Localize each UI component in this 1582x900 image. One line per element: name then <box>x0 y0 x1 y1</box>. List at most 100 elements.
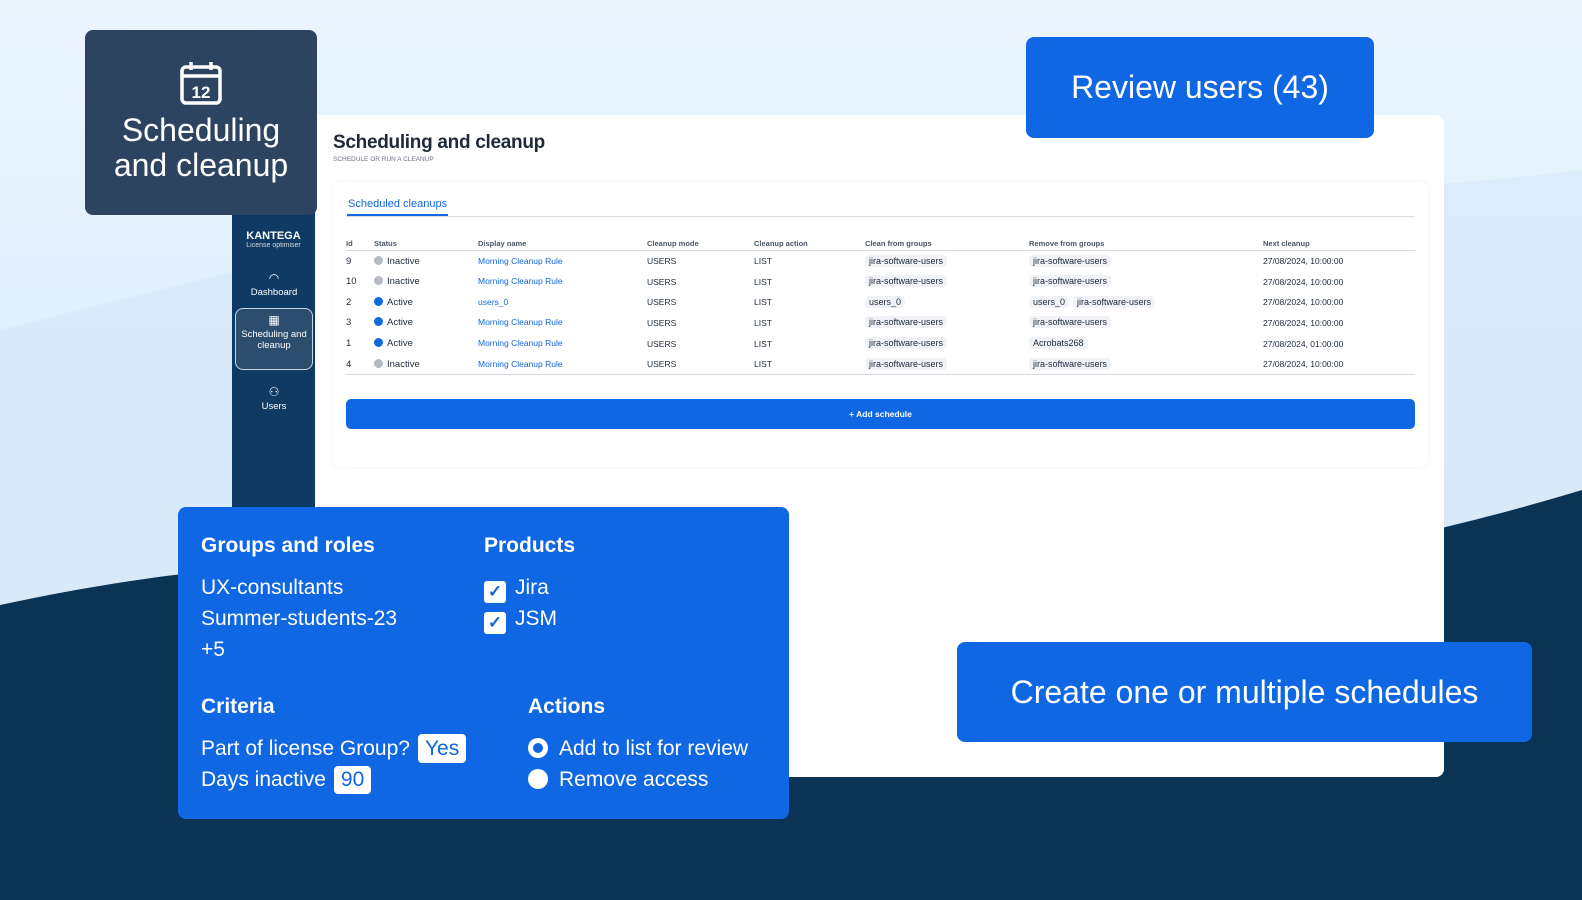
status-dot-icon <box>374 338 383 348</box>
action-label: Remove access <box>559 768 709 791</box>
table-row[interactable]: 2 Active users_0 USERS LIST users_0 user… <box>346 292 1415 313</box>
column-header[interactable]: Remove from groups <box>1029 237 1263 251</box>
radio-selected-icon <box>528 738 548 758</box>
products-title: Products <box>484 534 576 557</box>
display-name-link[interactable]: Morning Cleanup Rule <box>478 359 563 369</box>
cell-action: LIST <box>754 297 772 308</box>
cell-next-cleanup: 27/08/2024, 10:00:00 <box>1263 297 1344 308</box>
cell-remove-groups: users_0 jira-software-users <box>1029 292 1263 313</box>
table-row[interactable]: 9 Inactive Morning Cleanup Rule USERS LI… <box>346 251 1415 272</box>
table-row[interactable]: 4 Inactive Morning Cleanup Rule USERS LI… <box>346 353 1415 376</box>
actions-title: Actions <box>528 695 606 718</box>
cell-mode: USERS <box>647 338 677 349</box>
column-header[interactable]: Status <box>374 237 478 251</box>
add-schedule-button[interactable]: + Add schedule <box>346 399 1415 430</box>
schedule-summary-panel: Groups and roles UX-consultants Summer-s… <box>178 507 789 819</box>
status-dot-icon <box>374 255 383 265</box>
display-name-link[interactable]: Morning Cleanup Rule <box>478 317 563 327</box>
svg-text:12: 12 <box>192 83 211 102</box>
table-row[interactable]: 10 Inactive Morning Cleanup Rule USERS L… <box>346 271 1415 292</box>
schedules-table: Id Status Display name Cleanup mode Cleanup … <box>346 237 1415 376</box>
cell-id: 1 <box>346 338 352 350</box>
column-header[interactable]: Id <box>346 237 374 251</box>
cell-next-cleanup: 27/08/2024, 10:00:00 <box>1263 353 1415 376</box>
cell-status: Inactive <box>374 353 478 376</box>
cell-action: LIST <box>754 256 772 267</box>
status-dot-icon <box>374 317 383 327</box>
group-chip: jira-software-users <box>865 337 948 350</box>
cell-remove-groups: jira-software-users <box>1029 271 1263 292</box>
group-chip: Acrobats268 <box>1029 337 1088 350</box>
status-dot-icon <box>374 358 383 368</box>
brand-logo: KANTEGA License optimiser <box>232 230 315 249</box>
actions-list: Add to list for review Remove access <box>528 733 748 795</box>
nav-label: Dashboard <box>250 287 298 298</box>
status-label: Active <box>387 338 413 350</box>
cell-status: Active <box>374 292 478 313</box>
cell-action: LIST <box>754 338 772 349</box>
sidebar-item-users[interactable]: ⚇ Users <box>235 381 313 416</box>
display-name-link[interactable]: Morning Cleanup Rule <box>478 256 563 266</box>
status-dot-icon <box>374 296 383 306</box>
column-header[interactable]: Cleanup action <box>754 237 865 251</box>
product-jira[interactable]: ✓ Jira <box>484 572 557 603</box>
action-label: Add to list for review <box>559 737 749 760</box>
group-chip: jira-software-users <box>1029 357 1112 370</box>
column-header[interactable]: Display name <box>478 237 647 251</box>
cell-action: LIST <box>754 317 772 328</box>
action-remove-access[interactable]: Remove access <box>528 764 748 795</box>
cell-id: 4 <box>346 353 374 376</box>
cell-clean-groups: jira-software-users <box>865 251 1029 272</box>
cell-mode: USERS <box>647 256 677 267</box>
cell-id: 9 <box>346 255 352 267</box>
table-row[interactable]: 3 Active Morning Cleanup Rule USERS LIST… <box>346 313 1415 334</box>
product-label: JSM <box>515 607 557 630</box>
cell-status: Active <box>374 313 478 334</box>
cell-next-cleanup: 27/08/2024, 10:00:00 <box>1263 256 1344 267</box>
checkbox-checked-icon: ✓ <box>484 581 506 603</box>
table-row[interactable]: 1 Active Morning Cleanup Rule USERS LIST… <box>346 333 1415 354</box>
group-item: UX-consultants <box>201 576 344 599</box>
sidebar-item-dashboard[interactable]: ◠ Dashboard <box>235 267 313 302</box>
criteria-days-value[interactable]: 90 <box>333 766 372 794</box>
cell-next-cleanup: 27/08/2024, 01:00:00 <box>1263 338 1344 349</box>
product-label: Jira <box>515 576 549 599</box>
column-header[interactable]: Cleanup mode <box>647 237 754 251</box>
sidebar-item-scheduling[interactable]: ▦ Scheduling and cleanup <box>235 308 313 370</box>
group-item: Summer-students-23 <box>201 607 398 630</box>
status-label: Inactive <box>387 358 420 370</box>
tab-scheduled-cleanups[interactable]: Scheduled cleanups <box>347 194 449 216</box>
cell-clean-groups: jira-software-users <box>865 313 1029 334</box>
status-dot-icon <box>374 276 383 286</box>
cell-id: 3 <box>346 317 352 329</box>
more-groups: +5 <box>201 638 225 661</box>
cell-next-cleanup: 27/08/2024, 10:00:00 <box>1263 317 1344 328</box>
cell-clean-groups: users_0 <box>865 292 1029 313</box>
cell-mode: USERS <box>647 353 754 376</box>
cell-clean-groups: jira-software-users <box>865 333 1029 354</box>
column-header[interactable]: Clean from groups <box>865 237 1029 251</box>
cell-mode: USERS <box>647 317 677 328</box>
cell-id: 2 <box>346 296 352 308</box>
group-chip: jira-software-users <box>865 357 948 370</box>
criteria-license-value[interactable]: Yes <box>417 734 467 763</box>
action-add-to-review[interactable]: Add to list for review <box>528 733 748 764</box>
cell-remove-groups: jira-software-users <box>1029 353 1263 376</box>
column-header[interactable]: Next cleanup <box>1263 237 1415 251</box>
status-label: Active <box>387 317 413 329</box>
display-name-link[interactable]: users_0 <box>478 297 508 307</box>
cell-mode: USERS <box>647 297 677 308</box>
cell-remove-groups: Acrobats268 <box>1029 333 1263 354</box>
product-jsm[interactable]: ✓ JSM <box>484 603 557 634</box>
checkbox-checked-icon: ✓ <box>484 612 506 634</box>
cell-next-cleanup: 27/08/2024, 10:00:00 <box>1263 276 1344 287</box>
display-name-link[interactable]: Morning Cleanup Rule <box>478 276 563 286</box>
create-schedules-callout: Create one or multiple schedules <box>957 642 1532 742</box>
cell-clean-groups: jira-software-users <box>865 271 1029 292</box>
nav-label: Users <box>261 401 287 412</box>
calendar-icon: ▦ <box>268 313 280 327</box>
display-name-link[interactable]: Morning Cleanup Rule <box>478 338 563 348</box>
criteria-days-label: Days inactive <box>201 768 326 791</box>
nav-label: Scheduling and cleanup <box>241 329 307 351</box>
brand-subtitle: License optimiser <box>246 242 301 249</box>
